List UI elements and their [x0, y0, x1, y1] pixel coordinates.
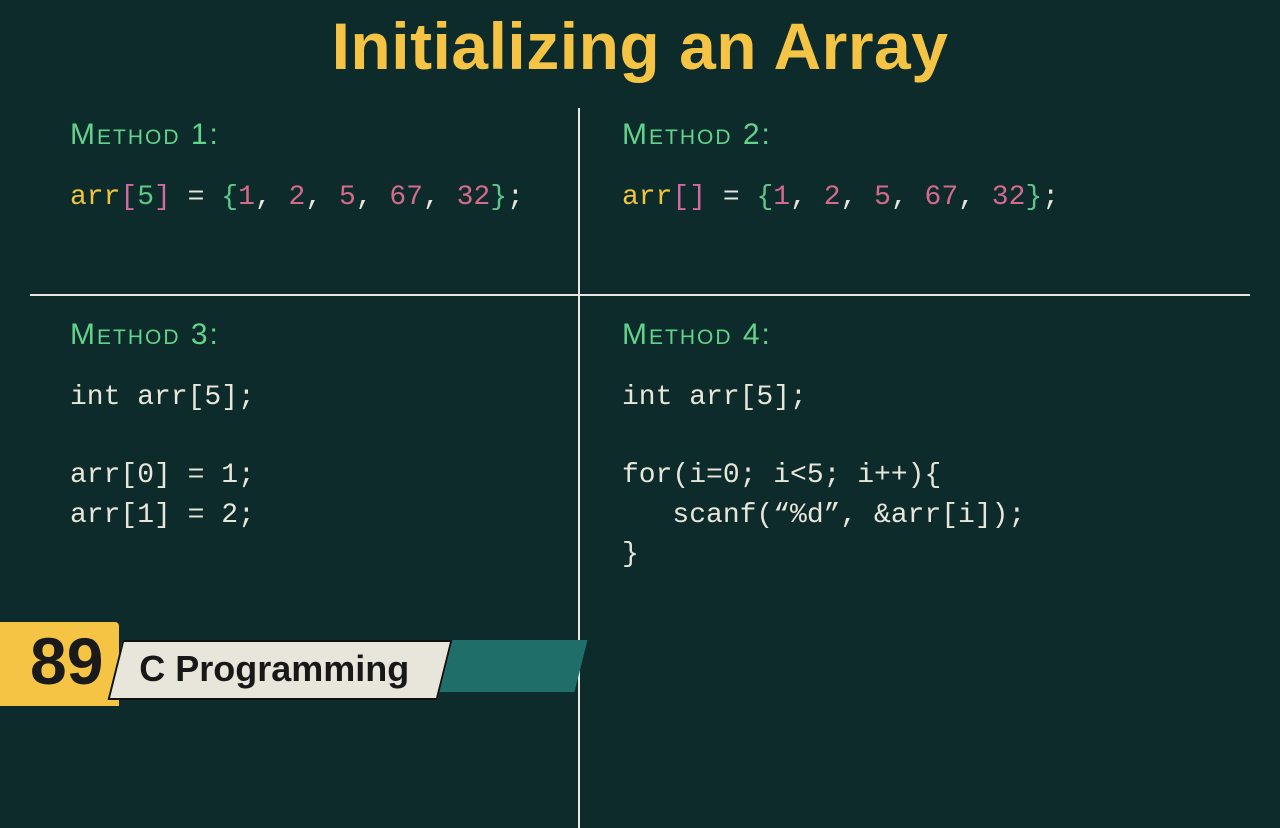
page-title: Initializing an Array	[0, 0, 1280, 84]
token-eq: =	[706, 182, 756, 213]
code-line: arr[0] = 1;	[70, 460, 255, 491]
token-num: 2	[824, 182, 841, 213]
method-2-cell: Method 2: arr[] = {1, 2, 5, 67, 32};	[622, 118, 1059, 217]
token-close-brace: }	[490, 182, 507, 213]
token-comma: ,	[255, 182, 289, 213]
method-1-cell: Method 1: arr[5] = {1, 2, 5, 67, 32};	[70, 118, 524, 217]
episode-number: 89	[0, 622, 119, 706]
token-semi: ;	[507, 182, 524, 213]
token-index: 5	[137, 182, 154, 213]
token-comma: ,	[356, 182, 390, 213]
series-label-wrap: C Programming	[115, 622, 445, 706]
code-line: int arr[5];	[622, 382, 807, 413]
method-1-code: arr[5] = {1, 2, 5, 67, 32};	[70, 178, 524, 217]
token-open-brace: {	[221, 182, 238, 213]
token-num: 67	[925, 182, 959, 213]
token-num: 5	[874, 182, 891, 213]
token-num: 67	[389, 182, 423, 213]
token-lbracket: [	[672, 182, 689, 213]
token-semi: ;	[1042, 182, 1059, 213]
method-3-label: Method 3:	[70, 318, 255, 352]
token-num: 32	[457, 182, 491, 213]
token-comma: ,	[305, 182, 339, 213]
episode-badge: 89 C Programming	[0, 622, 445, 706]
method-4-cell: Method 4: int arr[5]; for(i=0; i<5; i++)…	[622, 318, 1025, 574]
token-num: 32	[992, 182, 1026, 213]
code-line: int arr[5];	[70, 382, 255, 413]
token-close-brace: }	[1025, 182, 1042, 213]
series-label-text: C Programming	[140, 648, 410, 690]
code-line: }	[622, 539, 639, 570]
token-num: 2	[289, 182, 306, 213]
method-4-code: int arr[5]; for(i=0; i<5; i++){ scanf(“%…	[622, 378, 1025, 574]
method-3-cell: Method 3: int arr[5]; arr[0] = 1; arr[1]…	[70, 318, 255, 535]
token-comma: ,	[958, 182, 992, 213]
method-2-label: Method 2:	[622, 118, 1059, 152]
token-num: 1	[773, 182, 790, 213]
series-label: C Programming	[108, 640, 453, 700]
token-num: 5	[339, 182, 356, 213]
token-open-brace: {	[756, 182, 773, 213]
token-arr: arr	[622, 182, 672, 213]
horizontal-divider	[30, 294, 1250, 296]
token-comma: ,	[790, 182, 824, 213]
token-comma: ,	[891, 182, 925, 213]
token-lbracket: [	[120, 182, 137, 213]
method-1-label: Method 1:	[70, 118, 524, 152]
code-line: scanf(“%d”, &arr[i]);	[622, 500, 1025, 531]
code-line: for(i=0; i<5; i++){	[622, 460, 941, 491]
method-2-code: arr[] = {1, 2, 5, 67, 32};	[622, 178, 1059, 217]
token-comma: ,	[841, 182, 875, 213]
method-3-code: int arr[5]; arr[0] = 1; arr[1] = 2;	[70, 378, 255, 535]
token-rbracket: ]	[154, 182, 171, 213]
token-arr: arr	[70, 182, 120, 213]
token-eq: =	[171, 182, 221, 213]
token-rbracket: ]	[689, 182, 706, 213]
vertical-divider	[578, 108, 580, 828]
code-line: arr[1] = 2;	[70, 500, 255, 531]
method-4-label: Method 4:	[622, 318, 1025, 352]
token-num: 1	[238, 182, 255, 213]
token-comma: ,	[423, 182, 457, 213]
